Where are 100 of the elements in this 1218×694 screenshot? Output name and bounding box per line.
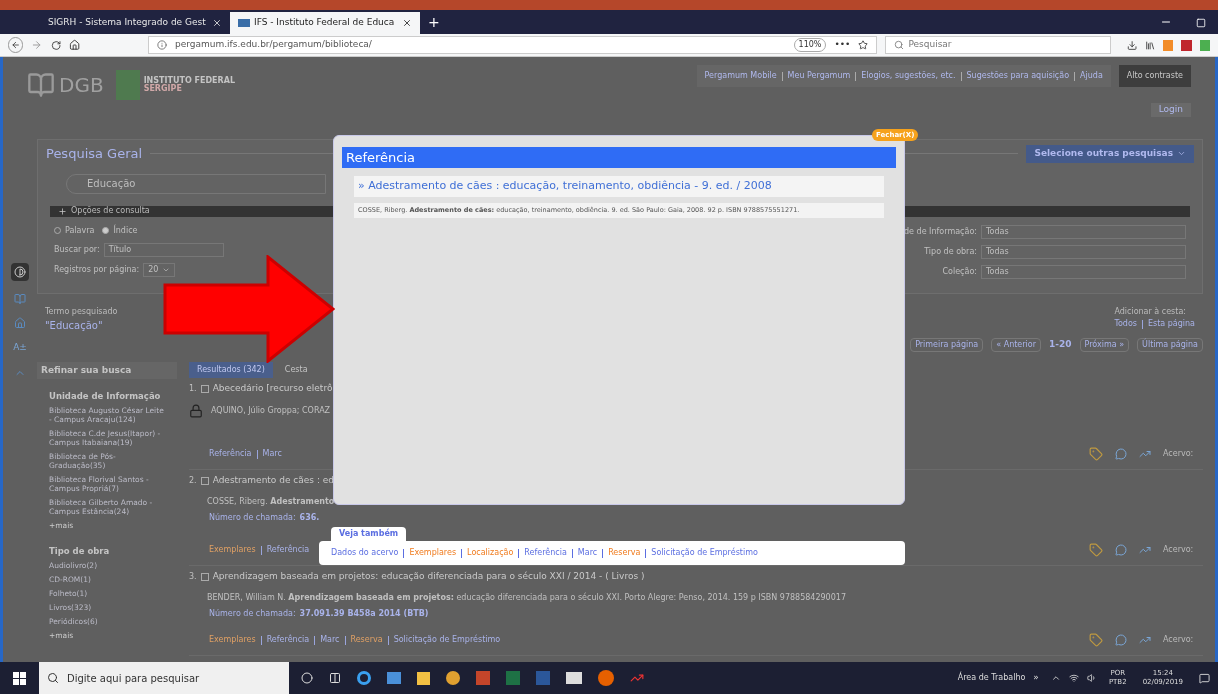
notification-icon[interactable] <box>1199 672 1210 684</box>
result-number: 3. <box>189 570 197 583</box>
extension-icon[interactable] <box>1199 39 1210 51</box>
result-tab[interactable]: Resultados (342) <box>189 362 273 378</box>
tag-icon[interactable] <box>1089 447 1103 461</box>
searched-label: Termo pesquisado <box>45 306 118 318</box>
library-icon[interactable] <box>1144 39 1156 51</box>
result-link[interactable]: Reserva <box>350 634 383 646</box>
call-number: 636. <box>299 511 320 524</box>
contrast-icon[interactable] <box>11 263 29 281</box>
tag-icon[interactable] <box>1089 543 1103 557</box>
result-link[interactable]: Solicitação de Empréstimo <box>393 634 501 646</box>
edge-icon[interactable] <box>357 671 371 685</box>
result-link[interactable]: Referência <box>266 634 310 646</box>
institute-state: SERGIPE <box>143 85 182 93</box>
header-link[interactable]: Ajuda <box>1080 70 1103 82</box>
result-checkbox[interactable] <box>200 476 209 485</box>
taskbar-search-field[interactable]: Digite aqui para pesquisar <box>39 662 289 694</box>
address-bar[interactable]: pergamum.ifs.edu.br/pergamum/biblioteca/ 110% ••• <box>148 36 878 54</box>
pagination-link[interactable]: Última página <box>1137 338 1203 352</box>
pagination-link[interactable]: Primeira página <box>910 338 984 352</box>
mode-radio[interactable]: Palavra <box>54 224 95 237</box>
basket-label: Adicionar à cesta: <box>1114 306 1187 318</box>
header-link[interactable]: Pergamum Mobile <box>704 70 777 82</box>
result-authors: BENDER, William N. Aprendizagem baseada em projetos: educação diferenciada para o século XXI. Porto Alegre: Penso, 2014. 159 p ISBN 9788584290017 <box>207 591 846 604</box>
header-link[interactable]: Meu Pergamum <box>787 70 851 82</box>
close-icon[interactable] <box>402 18 412 28</box>
store-icon[interactable] <box>417 671 430 685</box>
basket-link[interactable]: Esta página <box>1147 318 1195 330</box>
chart-icon[interactable] <box>1139 634 1151 646</box>
per-page-select[interactable]: 20 <box>143 262 176 277</box>
maximize-icon[interactable] <box>1196 18 1206 28</box>
forward-button[interactable] <box>31 39 43 51</box>
filter-select[interactable]: Todas <box>981 264 1186 279</box>
group-title: Tipo de obra <box>49 546 111 556</box>
see-also-link[interactable]: Dados do acervo <box>331 547 399 559</box>
see-also-link[interactable]: Exemplares <box>409 547 457 559</box>
comment-icon[interactable] <box>1115 448 1127 460</box>
result-title[interactable]: Abecedário [recurso eletrô <box>212 382 333 396</box>
result-number: 1. <box>189 382 197 395</box>
download-icon[interactable] <box>1126 39 1137 51</box>
tag-icon[interactable] <box>1089 633 1103 647</box>
volume-icon[interactable] <box>1086 673 1097 683</box>
plus-icon[interactable] <box>58 206 67 216</box>
result-link[interactable]: Exemplares <box>209 634 256 646</box>
result-link[interactable]: Marc <box>320 634 340 646</box>
basket-link[interactable]: Todos <box>1114 318 1137 330</box>
star-icon[interactable] <box>858 40 869 50</box>
see-also-link[interactable]: Solicitação de Empréstimo <box>651 547 758 559</box>
network-icon[interactable] <box>1068 673 1079 683</box>
reload-button[interactable] <box>50 39 61 51</box>
site-icon <box>238 19 250 27</box>
result-link[interactable]: Referência <box>209 448 252 460</box>
toolbar-chevron[interactable]: » <box>1025 671 1047 685</box>
pagination-link[interactable]: Próxima » <box>1079 338 1130 352</box>
result-link[interactable]: Marc <box>262 448 282 460</box>
login-link[interactable]: Login <box>1150 103 1191 117</box>
searched-term: "Educação" <box>45 319 104 333</box>
comment-icon[interactable] <box>1115 544 1127 556</box>
chart-icon[interactable] <box>1139 448 1151 460</box>
task-view-icon[interactable] <box>329 672 341 684</box>
see-also-link[interactable]: Reserva <box>608 547 641 559</box>
pagination-link[interactable]: « Anterior <box>991 338 1041 352</box>
field-label: Tipo de obra: <box>924 245 977 258</box>
toolbar-label[interactable]: Área de Trabalho <box>957 672 1026 684</box>
chart-icon[interactable] <box>1139 544 1151 556</box>
font-size-icon[interactable]: A± <box>13 341 27 355</box>
new-tab-button[interactable]: + <box>420 12 448 34</box>
header-link[interactable]: Sugestões para aquisição <box>966 70 1070 82</box>
result-checkbox[interactable] <box>200 572 209 581</box>
result-link[interactable]: Exemplares <box>209 544 256 556</box>
result-checkbox[interactable] <box>200 384 209 393</box>
more-button[interactable]: ••• <box>834 38 851 52</box>
result-title[interactable]: Adestramento de cães : ed <box>212 474 335 488</box>
extension-icon[interactable] <box>1163 39 1174 51</box>
firefox-icon[interactable] <box>598 670 614 686</box>
header-link[interactable]: Elogios, sugestões, etc. <box>861 70 956 82</box>
extension-icon[interactable] <box>1181 39 1192 51</box>
search-by-select[interactable]: Título <box>103 242 224 257</box>
close-icon[interactable] <box>212 18 222 28</box>
chrome-icon[interactable] <box>446 671 460 685</box>
other-searches-button[interactable]: Selecione outras pesquisas <box>1026 144 1194 163</box>
result-tab[interactable]: Cesta <box>276 362 316 378</box>
comment-icon[interactable] <box>1115 634 1127 646</box>
see-also-link[interactable]: Referência <box>524 547 567 559</box>
contrast-button[interactable]: Alto contraste <box>1118 65 1191 87</box>
mode-radio[interactable]: Índice <box>102 224 138 237</box>
start-icon[interactable] <box>13 671 26 685</box>
home-button[interactable] <box>68 39 80 51</box>
filter-select[interactable]: Todas <box>981 224 1186 239</box>
result-title[interactable]: Aprendizagem baseada em projetos: educação diferenciada para o século XXI / 2014 - ( Livros ) <box>212 570 645 584</box>
filter-select[interactable]: Todas <box>981 244 1186 259</box>
cortana-icon[interactable] <box>301 672 313 684</box>
search-field[interactable]: Pesquisar <box>885 36 1111 54</box>
refine-title: Refinar sua busca <box>37 362 177 379</box>
result-link[interactable]: Referência <box>266 544 310 556</box>
see-also-link[interactable]: Marc <box>577 547 598 559</box>
see-also-link[interactable]: Localização <box>467 547 514 559</box>
tray-up-icon[interactable] <box>1050 673 1061 683</box>
browser-tab[interactable]: IFS - Instituto Federal de Educa <box>230 12 420 34</box>
